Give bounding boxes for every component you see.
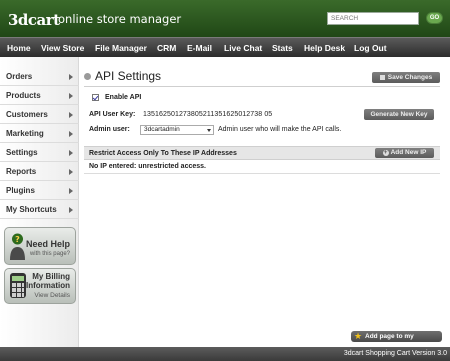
sidebar-item-plugins[interactable]: Plugins: [0, 181, 79, 200]
enable-api-checkbox[interactable]: [92, 94, 99, 101]
sidebar-item-my-shortcuts[interactable]: My Shortcuts: [0, 200, 79, 219]
chevron-right-icon: [69, 112, 73, 118]
admin-user-hint: Admin user who will make the API calls.: [218, 126, 342, 133]
sidebar-item-label: Plugins: [6, 186, 35, 195]
sidebar-item-label: Marketing: [6, 129, 44, 138]
sidebar-item-label: Reports: [6, 167, 37, 176]
need-help-subtitle: with this page?: [29, 251, 70, 257]
no-ip-message: No IP entered: unrestricted access.: [89, 163, 206, 170]
sidebar-item-label: Settings: [6, 148, 38, 157]
chevron-right-icon: [69, 93, 73, 99]
main-nav: Home View Store File Manager CRM E-Mail …: [0, 37, 450, 57]
search-go-button[interactable]: GO: [426, 12, 443, 24]
star-icon: ★: [354, 331, 363, 341]
app-header: 3dcart online store manager GO: [0, 0, 450, 37]
nav-home[interactable]: Home: [7, 38, 31, 58]
chevron-right-icon: [69, 74, 73, 80]
plus-icon: +: [382, 150, 389, 156]
search-input[interactable]: [327, 12, 419, 25]
add-ip-label: Add New IP: [390, 149, 427, 156]
sidebar-item-products[interactable]: Products: [0, 86, 79, 105]
help-person-icon: ?: [10, 233, 25, 260]
divider: [84, 173, 440, 174]
chevron-down-icon: [207, 129, 211, 132]
tagline: online store manager: [58, 12, 182, 26]
chevron-right-icon: [69, 188, 73, 194]
nav-view-store[interactable]: View Store: [41, 38, 84, 58]
nav-crm[interactable]: CRM: [157, 38, 176, 58]
chevron-right-icon: [69, 131, 73, 137]
logo[interactable]: 3dcart: [8, 11, 60, 29]
api-key-label: API User Key:: [89, 111, 136, 118]
add-new-ip-button[interactable]: + Add New IP: [375, 148, 434, 158]
sidebar: Orders Products Customers Marketing Sett…: [0, 57, 79, 361]
sidebar-item-label: Orders: [6, 72, 33, 81]
calculator-icon: [10, 273, 26, 298]
billing-promo[interactable]: My Billing Information View Details: [4, 268, 76, 304]
divider: [84, 86, 440, 87]
nav-live-chat[interactable]: Live Chat: [224, 38, 262, 58]
save-changes-label: Save Changes: [387, 74, 433, 81]
need-help-promo[interactable]: ? Need Help with this page?: [4, 227, 76, 265]
nav-log-out[interactable]: Log Out: [354, 38, 387, 58]
generate-key-button[interactable]: Generate New Key: [364, 109, 434, 120]
sidebar-item-reports[interactable]: Reports: [0, 162, 79, 181]
billing-subtitle: View Details: [34, 292, 70, 299]
add-shortcut-button[interactable]: Add page to my shortcuts: [351, 331, 442, 351]
page-title: API Settings: [95, 69, 162, 83]
nav-file-manager[interactable]: File Manager: [95, 38, 147, 58]
nav-stats[interactable]: Stats: [272, 38, 293, 58]
enable-api-label: Enable API: [105, 94, 142, 101]
sidebar-item-label: Customers: [6, 110, 48, 119]
sidebar-item-label: My Shortcuts: [6, 205, 57, 214]
svg-text:?: ?: [15, 235, 20, 244]
chevron-right-icon: [69, 150, 73, 156]
nav-email[interactable]: E-Mail: [187, 38, 212, 58]
disk-icon: [379, 75, 385, 80]
admin-user-label: Admin user:: [89, 126, 130, 133]
chevron-right-icon: [69, 207, 73, 213]
admin-user-select[interactable]: 3dcartadmin: [140, 125, 214, 135]
sidebar-item-settings[interactable]: Settings: [0, 143, 79, 162]
sidebar-item-orders[interactable]: Orders: [0, 67, 79, 86]
save-changes-button[interactable]: Save Changes: [372, 72, 440, 83]
billing-title-1: My Billing: [32, 272, 70, 281]
sidebar-item-marketing[interactable]: Marketing: [0, 124, 79, 143]
version-text: 3dcart Shopping Cart Version 3.0: [343, 350, 447, 357]
restrict-ip-title: Restrict Access Only To These IP Address…: [89, 150, 237, 157]
need-help-title: Need Help: [25, 239, 70, 249]
bullet-icon: [84, 73, 91, 80]
sidebar-item-label: Products: [6, 91, 41, 100]
chevron-right-icon: [69, 169, 73, 175]
api-key-value: 135162501273805211351625012738 05: [143, 111, 273, 118]
sidebar-item-customers[interactable]: Customers: [0, 105, 79, 124]
billing-title-2: Information: [26, 281, 70, 290]
nav-help-desk[interactable]: Help Desk: [304, 38, 345, 58]
